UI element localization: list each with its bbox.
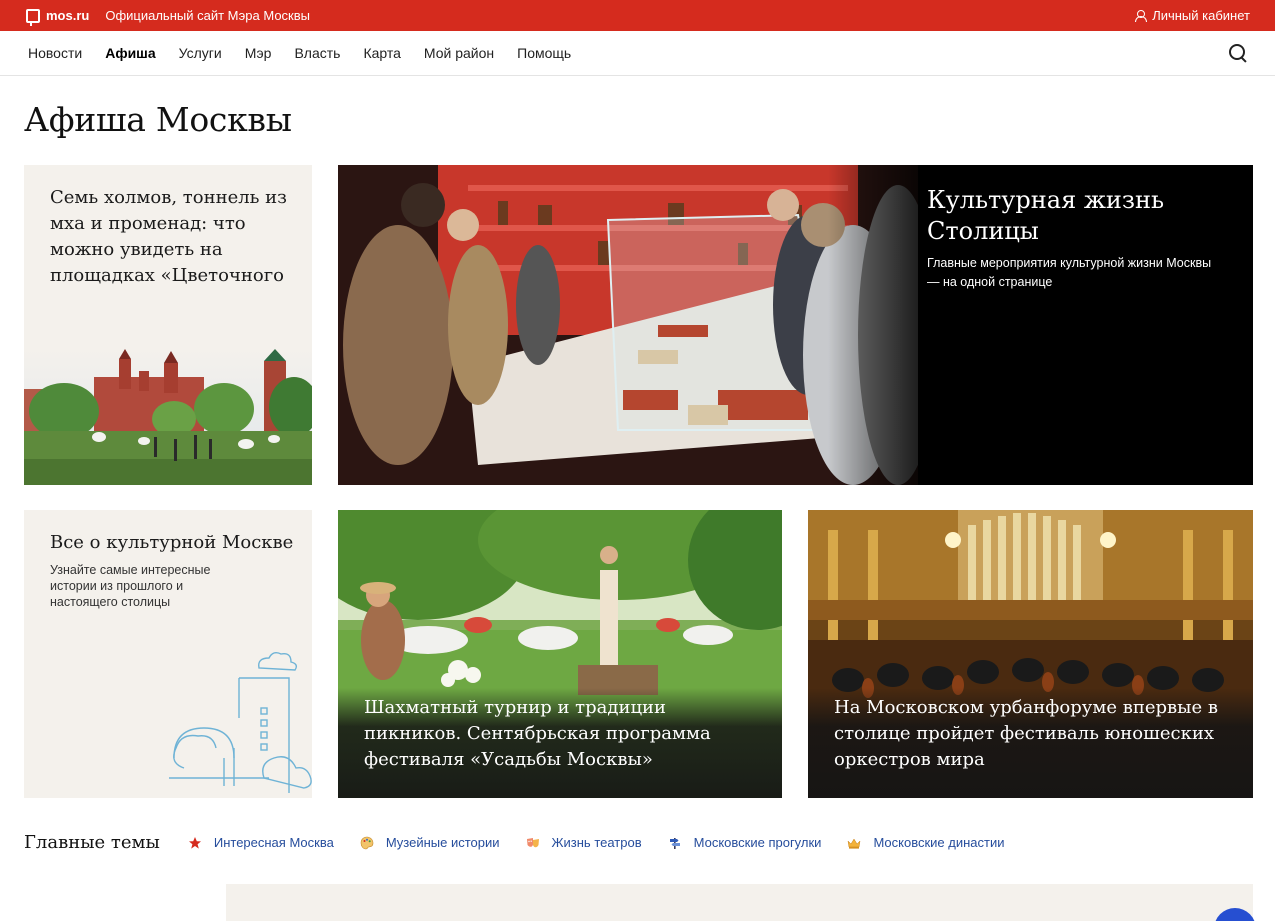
card-flower-festival-title[interactable]: Семь холмов, тоннель из мха и променад: … <box>50 185 288 289</box>
nav-item-my-district[interactable]: Мой район <box>424 45 494 61</box>
card-about-culture-subtitle: Узнайте самые интересные истории из прош… <box>50 563 211 609</box>
user-icon <box>1135 9 1148 22</box>
theme-theatre-life[interactable]: Жизнь театров <box>526 835 642 850</box>
palette-icon <box>360 836 374 849</box>
card-chess-picnic[interactable]: Шахматный турнир и традиции пикников. Се… <box>338 510 782 798</box>
theme-museum-stories[interactable]: Музейные истории <box>360 835 500 850</box>
nav-item-news[interactable]: Новости <box>28 45 82 61</box>
city-line-illustration <box>169 651 312 793</box>
signpost-icon <box>669 837 680 849</box>
star-icon <box>188 836 201 849</box>
nav-item-map[interactable]: Карта <box>363 45 400 61</box>
theme-label[interactable]: Московские прогулки <box>694 835 822 850</box>
theme-label[interactable]: Московские династии <box>873 835 1004 850</box>
mos-logo-icon <box>26 8 40 26</box>
brand-tagline[interactable]: Официальный сайт Мэра Москвы <box>105 8 310 23</box>
page-title: Афиша Москвы <box>24 100 292 139</box>
bottom-content-block <box>226 884 1253 921</box>
card-youth-orchestra[interactable]: На Московском урбанфоруме впервые в стол… <box>808 510 1253 798</box>
personal-account-link[interactable]: Личный кабинет <box>1135 8 1250 23</box>
brand[interactable]: mos.ru Официальный сайт Мэра Москвы <box>26 8 310 26</box>
theme-label[interactable]: Интересная Москва <box>214 835 334 850</box>
nav-item-help[interactable]: Помощь <box>517 45 571 61</box>
nav-item-mayor[interactable]: Мэр <box>245 45 272 61</box>
card-about-culture-title[interactable]: Все о культурной Москве <box>50 530 293 556</box>
theme-moscow-dynasties[interactable]: Московские династии <box>847 835 1005 850</box>
card-cultural-life-title[interactable]: Культурная жизнь Столицы <box>927 185 1227 247</box>
personal-account-label[interactable]: Личный кабинет <box>1152 8 1250 23</box>
theatre-masks-icon <box>526 837 539 847</box>
nav-item-services[interactable]: Услуги <box>179 45 222 61</box>
main-themes-label: Главные темы <box>24 832 160 853</box>
theme-label[interactable]: Жизнь театров <box>552 835 642 850</box>
brand-name[interactable]: mos.ru <box>46 8 89 23</box>
card-cultural-life-subtitle: Главные мероприятия культурной жизни Мос… <box>927 256 1212 289</box>
kremlin-garden-photo <box>24 349 312 485</box>
nav-item-afisha[interactable]: Афиша <box>105 45 155 61</box>
theme-moscow-walks[interactable]: Московские прогулки <box>668 835 822 850</box>
main-themes: Главные темы Интересная Москва Музейные … <box>24 832 1031 853</box>
theme-label[interactable]: Музейные истории <box>386 835 500 850</box>
card-chess-picnic-title[interactable]: Шахматный турнир и традиции пикников. Се… <box>364 695 762 773</box>
card-cultural-life[interactable]: Культурная жизнь Столицы Главные меропри… <box>338 165 1253 485</box>
card-youth-orchestra-title[interactable]: На Московском урбанфоруме впервые в стол… <box>834 695 1233 773</box>
crown-icon <box>848 838 861 849</box>
main-nav: Новости Афиша Услуги Мэр Власть Карта Мо… <box>0 31 1275 76</box>
top-bar: mos.ru Официальный сайт Мэра Москвы Личн… <box>0 0 1275 31</box>
search-icon[interactable] <box>1229 44 1247 62</box>
nav-item-government[interactable]: Власть <box>294 45 340 61</box>
theme-interesting-moscow[interactable]: Интересная Москва <box>188 835 334 850</box>
card-flower-festival[interactable]: Семь холмов, тоннель из мха и променад: … <box>24 165 312 485</box>
card-about-culture[interactable]: Все о культурной Москве Узнайте самые ин… <box>24 510 312 798</box>
